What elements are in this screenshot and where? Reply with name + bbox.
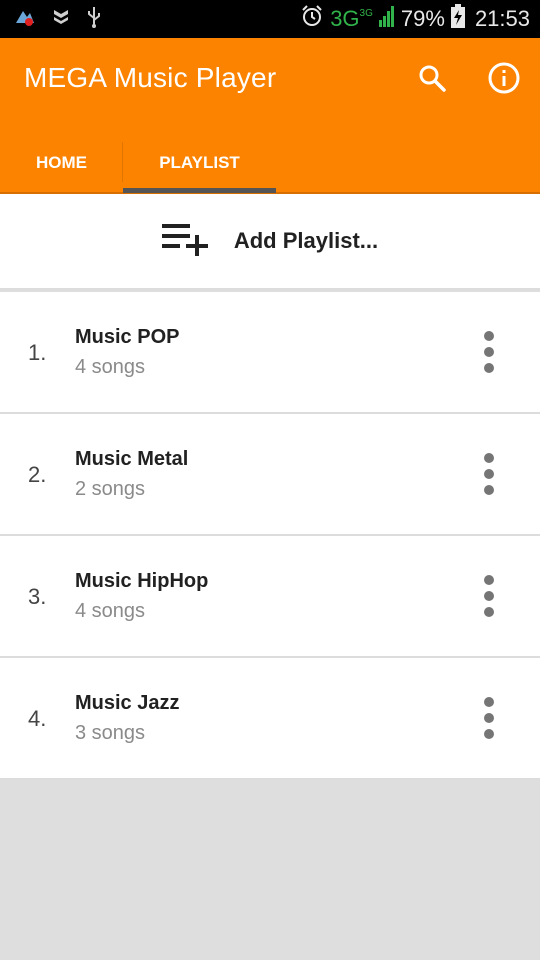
add-playlist-button[interactable]: Add Playlist...	[0, 194, 540, 290]
playlist-add-icon	[161, 222, 210, 261]
tab-bar: HOME PLAYLIST	[0, 134, 540, 193]
playlist-song-count: 2 songs	[75, 478, 146, 500]
playlist-number: 1.	[28, 340, 47, 365]
info-button[interactable]	[484, 60, 524, 100]
add-playlist-label: Add Playlist...	[233, 228, 379, 253]
battery-charging-icon	[450, 4, 465, 34]
playlist-number: 3.	[28, 584, 47, 609]
more-options-icon[interactable]	[468, 450, 510, 498]
battery-level: 79%	[400, 6, 445, 31]
playlist-item[interactable]: 2. Music Metal 2 songs	[0, 414, 540, 536]
playlist-item[interactable]: 1. Music POP 4 songs	[0, 292, 540, 414]
usb-icon	[86, 6, 102, 33]
playlist-number: 2.	[28, 462, 47, 487]
playlist-title: Music POP	[75, 326, 180, 348]
signal-icon	[378, 5, 395, 33]
app-title: MEGA Music Player	[24, 62, 277, 93]
playlist-list: 1. Music POP 4 songs 2. Music Metal 2 so…	[0, 292, 540, 780]
search-button[interactable]	[412, 60, 452, 100]
tab-playlist[interactable]: PLAYLIST	[123, 134, 276, 192]
app-bar: MEGA Music Player HOME PLAYLIST	[0, 38, 540, 194]
status-bar: 3G3G 79% 21:53	[0, 0, 540, 38]
playlist-item[interactable]: 3. Music HipHop 4 songs	[0, 536, 540, 658]
clock: 21:53	[474, 6, 530, 31]
playlist-number: 4.	[28, 706, 47, 731]
alarm-icon	[300, 4, 324, 34]
playlist-item[interactable]: 4. Music Jazz 3 songs	[0, 658, 540, 780]
tab-home[interactable]: HOME	[0, 134, 123, 192]
playlist-title: Music HipHop	[75, 570, 209, 592]
more-options-icon[interactable]	[468, 328, 510, 376]
info-icon	[487, 61, 521, 100]
shield-icon	[52, 7, 70, 32]
playlist-song-count: 4 songs	[75, 600, 146, 622]
playlist-title: Music Jazz	[75, 692, 180, 714]
tab-selected-indicator	[123, 188, 276, 193]
notification-icon	[14, 7, 36, 32]
playlist-song-count: 3 songs	[75, 722, 146, 744]
playlist-song-count: 4 songs	[75, 356, 146, 378]
more-options-icon[interactable]	[468, 572, 510, 620]
status-bar-left	[14, 6, 102, 33]
more-options-icon[interactable]	[468, 694, 510, 742]
status-bar-right: 3G3G 79% 21:53	[300, 4, 530, 34]
playlist-title: Music Metal	[75, 448, 189, 470]
network-type: 3G3G	[330, 6, 373, 31]
search-icon	[417, 63, 447, 98]
